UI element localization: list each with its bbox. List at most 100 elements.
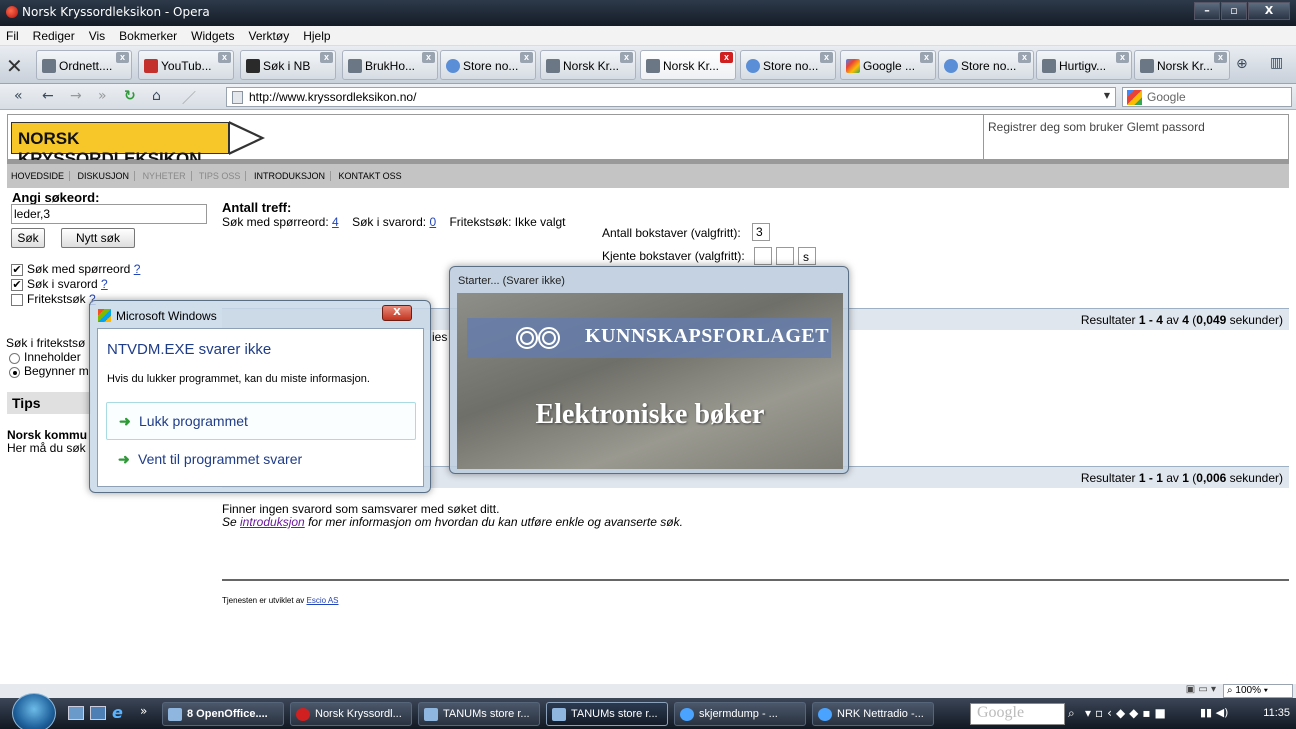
checkbox-question[interactable]: ✔ bbox=[11, 264, 23, 276]
back-icon[interactable]: ← bbox=[42, 88, 54, 104]
tab-close-icon[interactable]: x bbox=[422, 52, 435, 63]
wait-program-option[interactable]: ➜ Vent til programmet svarer bbox=[106, 441, 416, 479]
menu-verktoy[interactable]: Verktøy bbox=[249, 29, 290, 43]
taskbar-tanums-1[interactable]: TANUMs store r... bbox=[418, 702, 540, 726]
letters-count-input[interactable]: 3 bbox=[752, 223, 770, 241]
home-icon[interactable]: ⌂ bbox=[152, 88, 161, 104]
wand-icon[interactable]: ／ bbox=[182, 88, 196, 108]
ie-icon[interactable]: e bbox=[112, 703, 123, 722]
taskbar-tanums-2[interactable]: TANUMs store r... bbox=[546, 702, 668, 726]
close-window-button[interactable]: X bbox=[1248, 2, 1290, 20]
close-program-option[interactable]: ➜ Lukk programmet bbox=[106, 402, 416, 440]
site-logo[interactable]: NORSK KRYSSORDLEKSIKON bbox=[11, 122, 229, 168]
tab-close-icon[interactable]: x bbox=[720, 52, 733, 63]
hits-q-count-link[interactable]: 4 bbox=[332, 215, 339, 229]
taskbar-opera[interactable]: Norsk Kryssordl... bbox=[290, 702, 412, 726]
switch-windows-icon[interactable] bbox=[90, 706, 106, 720]
nav-hovedside[interactable]: HOVEDSIDE bbox=[11, 171, 71, 181]
introduksjon-link[interactable]: introduksjon bbox=[240, 515, 305, 529]
tab-9[interactable]: Google ... x bbox=[840, 50, 936, 80]
search-icon[interactable]: ⌕ bbox=[1068, 706, 1075, 721]
google-toolbar-input[interactable]: Google bbox=[970, 703, 1065, 725]
user-links[interactable]: Registrer deg som bruker Glemt passord bbox=[983, 115, 1289, 159]
menu-widgets[interactable]: Widgets bbox=[191, 29, 234, 43]
help-link[interactable]: ? bbox=[101, 277, 108, 291]
menu-fil[interactable]: Fil bbox=[6, 29, 19, 43]
tab-2[interactable]: YouTub... x bbox=[138, 50, 234, 80]
new-tab-icon[interactable]: ⊕ bbox=[1236, 56, 1248, 72]
radio-begins[interactable] bbox=[9, 367, 20, 378]
menu-vis[interactable]: Vis bbox=[89, 29, 105, 43]
tab-close-icon[interactable]: x bbox=[1116, 52, 1129, 63]
help-link[interactable]: ? bbox=[134, 262, 141, 276]
taskbar-openoffice[interactable]: 8 OpenOffice.... bbox=[162, 702, 284, 726]
nav-tips-oss[interactable]: TIPS OSS bbox=[198, 171, 247, 181]
tab-label: Norsk Kr... bbox=[1157, 59, 1214, 73]
fast-forward-icon[interactable]: » bbox=[98, 88, 107, 104]
forward-icon[interactable]: → bbox=[70, 88, 82, 104]
hits-a-count-link[interactable]: 0 bbox=[429, 215, 436, 229]
checkbox-freetext[interactable] bbox=[11, 294, 23, 306]
tab-close-icon[interactable]: x bbox=[620, 52, 633, 63]
tab-1[interactable]: Ordnett.... x bbox=[36, 50, 132, 80]
tools-icon[interactable]: ✕ bbox=[6, 54, 23, 78]
trash-icon[interactable]: ▥ bbox=[1270, 55, 1283, 71]
tab-close-icon[interactable]: x bbox=[1018, 52, 1031, 63]
search-input[interactable]: Google bbox=[1122, 87, 1292, 107]
taskbar-nrk[interactable]: NRK Nettradio -... bbox=[812, 702, 934, 726]
tab-label: Hurtigv... bbox=[1059, 59, 1107, 73]
nav-nyheter[interactable]: NYHETER bbox=[142, 171, 192, 181]
tab-6[interactable]: Norsk Kr... x bbox=[540, 50, 636, 80]
nav-diskusjon[interactable]: DISKUSJON bbox=[77, 171, 136, 181]
tab-close-icon[interactable]: x bbox=[116, 52, 129, 63]
results-prefix: Resultater bbox=[1080, 471, 1139, 485]
address-input[interactable]: http://www.kryssordleksikon.no/ bbox=[226, 87, 1116, 107]
address-dropdown-icon[interactable]: ▼ bbox=[1100, 88, 1114, 104]
page-icon bbox=[348, 59, 362, 73]
tab-5[interactable]: Store no... x bbox=[440, 50, 536, 80]
menu-hjelp[interactable]: Hjelp bbox=[303, 29, 330, 43]
known-letter-3[interactable]: s bbox=[798, 247, 816, 265]
quicklaunch-more-icon[interactable]: » bbox=[140, 704, 147, 718]
app-icon bbox=[552, 708, 566, 721]
view-icon[interactable]: ▭ ▾ bbox=[1198, 684, 1216, 695]
menu-bokmerker[interactable]: Bokmerker bbox=[119, 29, 177, 43]
tab-close-icon[interactable]: x bbox=[520, 52, 533, 63]
checkbox-answer[interactable]: ✔ bbox=[11, 279, 23, 291]
search-button[interactable]: Søk bbox=[11, 228, 45, 248]
tray-icons[interactable]: ▾▫‹◆◆▪■ bbox=[1085, 706, 1170, 720]
minimize-button[interactable]: – bbox=[1194, 2, 1220, 20]
tab-8[interactable]: Store no... x bbox=[740, 50, 836, 80]
menu-rediger[interactable]: Rediger bbox=[33, 29, 75, 43]
new-search-button[interactable]: Nytt søk bbox=[61, 228, 135, 248]
tab-close-icon[interactable]: x bbox=[218, 52, 231, 63]
tab-close-icon[interactable]: x bbox=[920, 52, 933, 63]
tab-11[interactable]: Hurtigv... x bbox=[1036, 50, 1132, 80]
tab-4[interactable]: BrukHo... x bbox=[342, 50, 438, 80]
clock[interactable]: 11:35 bbox=[1263, 707, 1290, 719]
tab-12[interactable]: Norsk Kr... x bbox=[1134, 50, 1230, 80]
tab-close-icon[interactable]: x bbox=[1214, 52, 1227, 63]
nav-introduksjon[interactable]: INTRODUKSJON bbox=[253, 171, 331, 181]
tab-3[interactable]: Søk i NB x bbox=[240, 50, 336, 80]
maximize-button[interactable]: ▫ bbox=[1221, 2, 1247, 20]
show-desktop-icon[interactable] bbox=[68, 706, 84, 720]
escio-link[interactable]: Escio AS bbox=[306, 596, 338, 605]
reload-icon[interactable]: ↻ bbox=[124, 88, 136, 104]
rewind-icon[interactable]: « bbox=[14, 88, 23, 104]
radio-contains[interactable] bbox=[9, 353, 20, 364]
taskbar-skjermdump[interactable]: skjermdump - ... bbox=[674, 702, 806, 726]
dialog-close-button[interactable]: X bbox=[382, 305, 412, 321]
tab-7-active[interactable]: Norsk Kr... x bbox=[640, 50, 736, 80]
search-term-input[interactable]: leder,3 bbox=[11, 204, 207, 224]
nav-kontakt-oss[interactable]: KONTAKT OSS bbox=[338, 171, 406, 181]
tab-close-icon[interactable]: x bbox=[320, 52, 333, 63]
known-letter-1[interactable] bbox=[754, 247, 772, 265]
network-volume-icons[interactable]: ▮▮ ◀) bbox=[1200, 706, 1228, 719]
start-button[interactable] bbox=[12, 693, 56, 729]
tab-10[interactable]: Store no... x bbox=[938, 50, 1034, 80]
speed-dial-icon[interactable]: ▣ bbox=[1186, 684, 1195, 695]
known-letter-2[interactable] bbox=[776, 247, 794, 265]
zoom-select[interactable]: ⌕ 100% ▾ bbox=[1223, 684, 1293, 698]
tab-close-icon[interactable]: x bbox=[820, 52, 833, 63]
